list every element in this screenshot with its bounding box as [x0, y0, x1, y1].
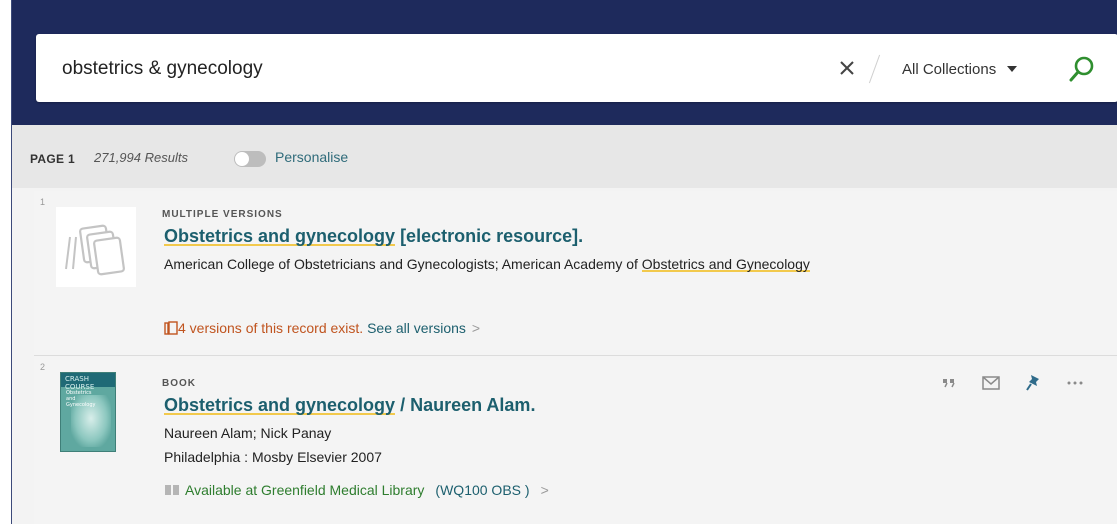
- results-count: 271,994 Results: [94, 150, 188, 165]
- page-indicator: PAGE 1: [30, 152, 75, 166]
- result-publication: Philadelphia : Mosby Elsevier 2007: [164, 449, 382, 465]
- versions-stack-icon: [65, 224, 125, 276]
- book-cover-thumbnail[interactable]: CRASH COURSE Obstetrics and Gynecology: [60, 372, 116, 452]
- ellipsis-icon: [1067, 381, 1083, 385]
- caret-down-icon: [1007, 66, 1018, 72]
- result-title-link[interactable]: Obstetrics and gynecology [electronic re…: [164, 226, 583, 247]
- cover-title-text: Obstetrics and Gynecology: [66, 390, 96, 408]
- chevron-right-icon: >: [540, 482, 549, 498]
- result-title-link[interactable]: Obstetrics and gynecology / Naureen Alam…: [164, 395, 535, 416]
- cover-band-text: CRASH COURSE: [65, 375, 95, 391]
- collections-selected: All Collections: [902, 60, 997, 78]
- app-frame: All Collections PAGE 1 271,994 Results P…: [11, 0, 1117, 524]
- call-number: (WQ100 OBS ): [435, 482, 530, 498]
- chevron-right-icon: >: [471, 320, 481, 336]
- result-authors: American College of Obstetricians and Gy…: [164, 256, 810, 272]
- email-button[interactable]: [981, 374, 1001, 392]
- versions-stack-icon: [164, 321, 178, 335]
- cite-button[interactable]: [939, 374, 959, 392]
- authors-text: American College of Obstetricians and Gy…: [164, 256, 642, 272]
- search-divider: [868, 54, 881, 84]
- pin-icon: [1026, 375, 1039, 391]
- result-rank: 1: [40, 197, 46, 207]
- versions-notice: 4 versions of this record exist. See all…: [164, 320, 480, 336]
- title-rest: / Naureen Alam.: [395, 395, 536, 415]
- result-authors: Naureen Alam; Nick Panay: [164, 425, 332, 441]
- search-box: All Collections: [36, 34, 1117, 102]
- result-type: BOOK: [162, 378, 196, 389]
- personalise-toggle[interactable]: [234, 151, 266, 167]
- authors-highlight: Obstetrics and Gynecology: [641, 256, 810, 272]
- availability-status: Available at Greenfield Medical Library: [185, 482, 425, 498]
- result-rank: 2: [40, 362, 46, 372]
- quote-icon: [943, 379, 955, 388]
- envelope-icon: [982, 376, 1000, 390]
- availability-line[interactable]: Available at Greenfield Medical Library …: [164, 482, 549, 498]
- search-button[interactable]: [1064, 51, 1100, 87]
- see-all-versions-link[interactable]: See all versions: [367, 320, 466, 336]
- collections-dropdown[interactable]: All Collections: [902, 56, 1018, 82]
- title-highlight: Obstetrics and gynecology: [164, 226, 396, 246]
- result-item-2: 2 CRASH COURSE Obstetrics and Gynecology…: [34, 356, 1117, 524]
- search-bar-region: All Collections: [12, 0, 1117, 125]
- result-type: MULTIPLE VERSIONS: [162, 209, 283, 220]
- pin-button[interactable]: [1023, 374, 1043, 392]
- multiple-versions-thumbnail[interactable]: [56, 207, 136, 287]
- title-rest: [electronic resource].: [395, 226, 584, 246]
- result-item-1: 1 MULTIPLE VERSIONS Obstetrics and gynec…: [34, 191, 1117, 356]
- personalise-label[interactable]: Personalise: [275, 149, 348, 165]
- magnifier-icon: [1069, 56, 1094, 82]
- more-actions-button[interactable]: [1065, 374, 1085, 392]
- close-icon: [840, 61, 854, 75]
- title-highlight: Obstetrics and gynecology: [164, 395, 396, 415]
- toggle-knob: [235, 152, 249, 166]
- book-open-icon: [165, 485, 179, 495]
- versions-count-text: 4 versions of this record exist.: [178, 320, 364, 336]
- result-actions: [939, 374, 1085, 392]
- clear-search-button[interactable]: [831, 52, 863, 84]
- search-input[interactable]: [62, 56, 762, 82]
